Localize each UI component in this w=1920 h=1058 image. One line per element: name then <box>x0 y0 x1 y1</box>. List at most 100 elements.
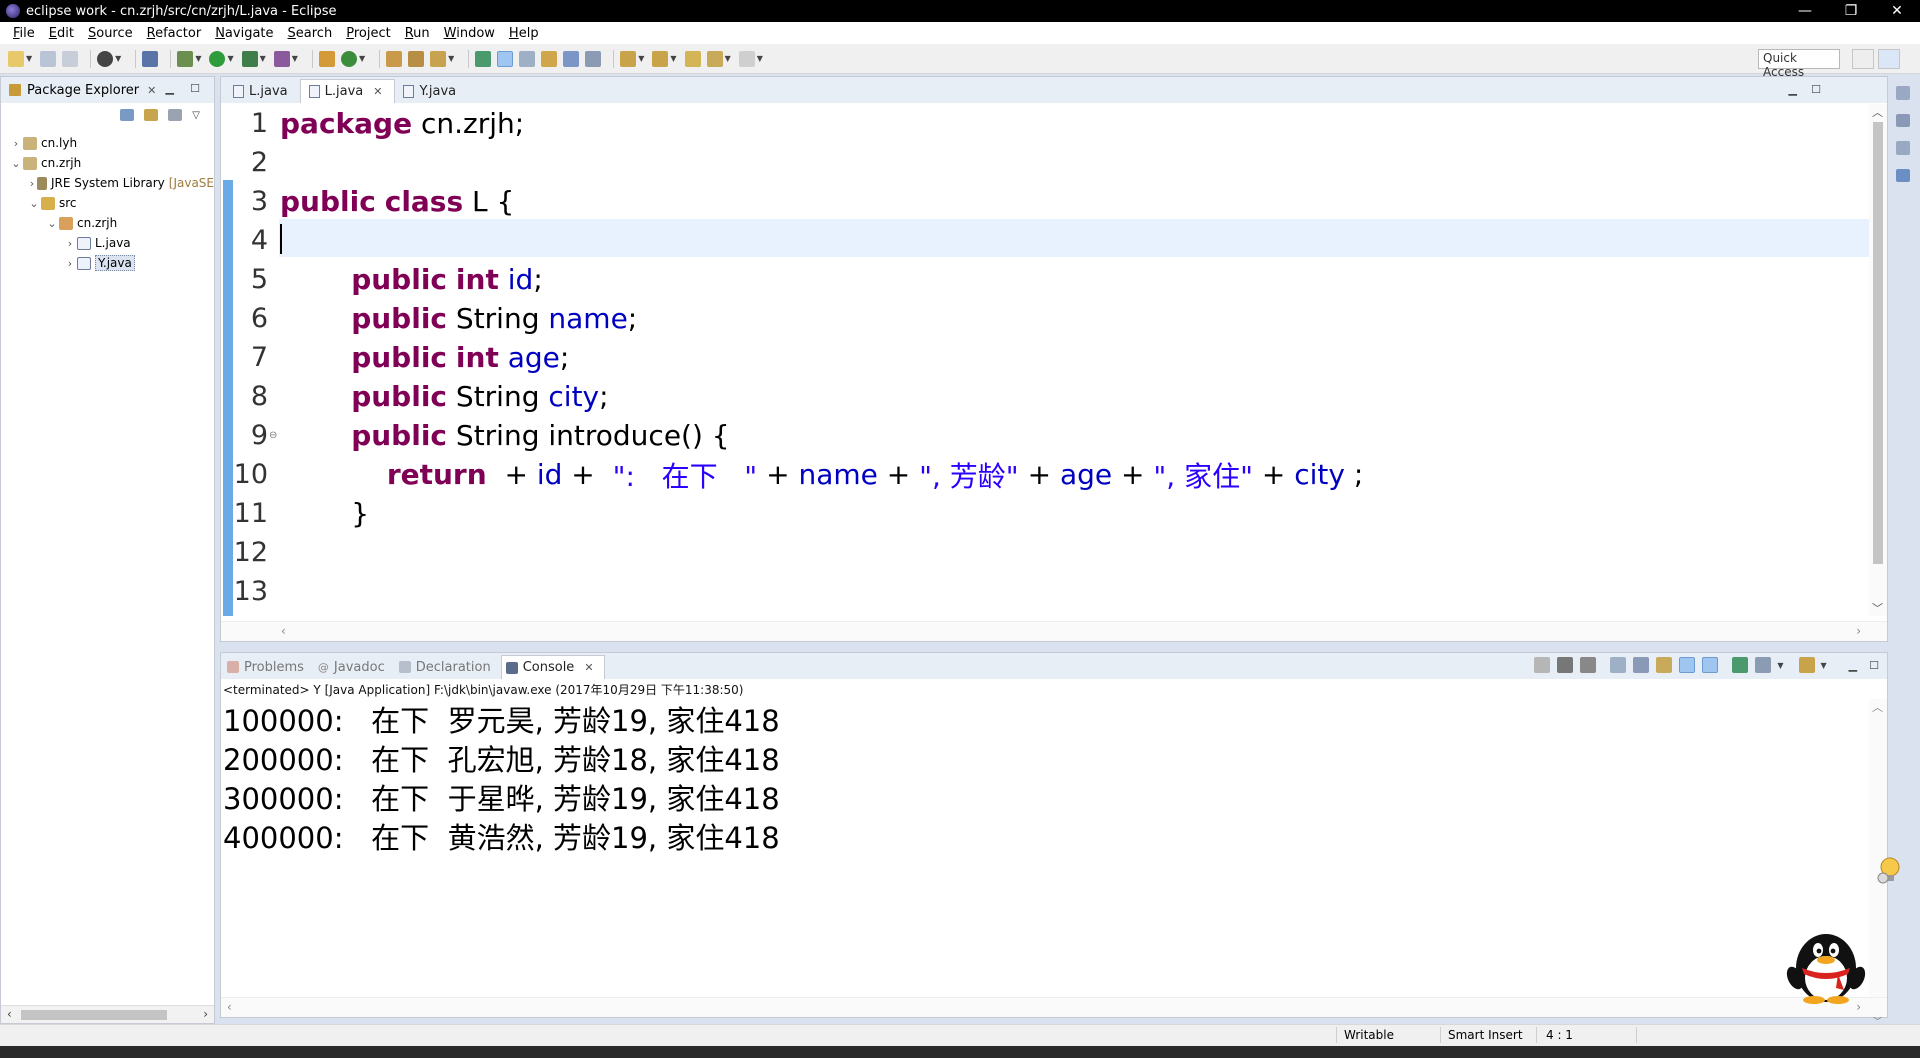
editor-tab[interactable]: L.java <box>225 79 300 103</box>
clear-console-icon[interactable] <box>1610 657 1627 673</box>
menu-help[interactable]: Help <box>502 26 546 41</box>
menu-navigate[interactable]: Navigate <box>208 26 280 41</box>
lightbulb-icon[interactable] <box>1876 856 1902 886</box>
java-perspective-icon[interactable] <box>1878 49 1900 69</box>
qq-penguin-icon[interactable] <box>1778 928 1874 1004</box>
next-annotation-icon[interactable] <box>620 50 637 67</box>
restore-icon[interactable]: ❐ <box>1828 3 1874 19</box>
remove-all-launches-icon[interactable] <box>1580 657 1597 673</box>
tree-item[interactable]: ⌄ cn.zrjh <box>1 213 214 233</box>
scroll-thumb[interactable] <box>21 1010 167 1020</box>
scroll-right-icon[interactable]: › <box>1856 624 1861 638</box>
open-task-icon[interactable] <box>408 50 425 67</box>
terminate-icon[interactable] <box>1534 657 1551 673</box>
chevron-down-icon[interactable]: ▼ <box>638 54 644 63</box>
close-icon[interactable]: ✕ <box>584 661 593 674</box>
restore-view-icon[interactable] <box>1896 141 1910 155</box>
link-with-editor-icon[interactable] <box>144 109 159 121</box>
outline-icon[interactable] <box>1896 168 1910 182</box>
search-icon[interactable] <box>430 50 447 67</box>
show-on-stderr-icon[interactable] <box>1702 657 1719 673</box>
horizontal-scrollbar[interactable]: ‹ › <box>221 997 1887 1017</box>
code-line[interactable]: 11 } <box>221 494 1887 533</box>
minimize-icon[interactable]: — <box>1782 3 1828 19</box>
back-icon[interactable] <box>706 50 723 67</box>
chevron-down-icon[interactable]: ▼ <box>1821 661 1827 670</box>
chevron-right-icon[interactable]: › <box>63 257 77 270</box>
menu-run[interactable]: Run <box>398 26 437 41</box>
code-line[interactable]: 5 public int id; <box>221 260 1887 299</box>
menu-search[interactable]: Search <box>281 26 340 41</box>
editor-tab-active[interactable]: L.java ✕ <box>299 79 396 103</box>
scroll-lock-icon[interactable] <box>1633 657 1650 673</box>
restore-view-icon[interactable] <box>1896 86 1910 100</box>
task-list-icon[interactable] <box>1896 113 1910 127</box>
view-menu-icon[interactable]: ▽ <box>192 110 200 121</box>
tree-item[interactable]: ⌄ src <box>1 193 214 213</box>
code-line[interactable]: 13 <box>221 572 1887 611</box>
block-selection-icon[interactable] <box>519 50 536 67</box>
forward-icon[interactable] <box>738 50 755 67</box>
editor-tab[interactable]: Y.java <box>395 79 468 103</box>
chevron-down-icon[interactable]: ▼ <box>195 54 201 63</box>
save-icon[interactable] <box>40 50 57 67</box>
tab-console[interactable]: Console ✕ <box>500 655 605 679</box>
menu-refactor[interactable]: Refactor <box>140 26 209 41</box>
maximize-icon[interactable]: ☐ <box>190 82 200 95</box>
debug-icon[interactable] <box>177 50 194 67</box>
code-line[interactable]: 1 package cn.zrjh; <box>221 104 1887 143</box>
scroll-up-icon[interactable]: ︿ <box>1872 699 1883 715</box>
scroll-right-icon[interactable]: › <box>203 1007 208 1021</box>
tree-item[interactable]: › L.java <box>1 233 214 253</box>
save-all-icon[interactable] <box>62 50 79 67</box>
code-line[interactable]: 3 public class L { <box>221 182 1887 221</box>
new-java-project-icon[interactable] <box>318 50 335 67</box>
editor-text-area[interactable]: ︿ ﹀ 1 package cn.zrjh; 2 3 public class L {4… <box>221 104 1887 616</box>
profile-icon[interactable] <box>97 50 114 67</box>
coverage-icon[interactable] <box>241 50 258 67</box>
open-type-icon[interactable] <box>386 50 403 67</box>
minimize-icon[interactable]: ▁ <box>166 82 174 95</box>
menu-source[interactable]: Source <box>81 26 140 41</box>
chevron-down-icon[interactable]: ▼ <box>26 54 32 63</box>
chevron-right-icon[interactable]: › <box>63 237 77 250</box>
fold-toggle-icon[interactable]: ⊖ <box>269 430 277 441</box>
chevron-down-icon[interactable]: ▼ <box>448 54 454 63</box>
chevron-down-icon[interactable]: ⌄ <box>9 157 23 170</box>
last-edit-location-icon[interactable] <box>684 50 701 67</box>
word-wrap-icon[interactable] <box>1656 657 1673 673</box>
chevron-down-icon[interactable]: ⌄ <box>45 217 59 230</box>
code-line[interactable]: 12 <box>221 533 1887 572</box>
chevron-down-icon[interactable]: ▼ <box>725 54 731 63</box>
breadcrumb-icon[interactable] <box>585 50 602 67</box>
minimize-icon[interactable]: ▁ <box>1789 83 1797 96</box>
external-tools-icon[interactable] <box>273 50 290 67</box>
remove-launch-icon[interactable] <box>1557 657 1574 673</box>
tree-item[interactable]: › JRE System Library [JavaSE <box>1 173 214 193</box>
tab-problems[interactable]: Problems <box>223 655 314 679</box>
close-icon[interactable]: ✕ <box>147 84 156 97</box>
horizontal-scrollbar[interactable]: ‹ › <box>221 621 1887 641</box>
package-explorer-tab[interactable]: Package Explorer ✕ ▁ ☐ <box>1 77 214 103</box>
menu-edit[interactable]: Edit <box>42 26 81 41</box>
show-whitespace-icon[interactable] <box>541 50 558 67</box>
pin-console-icon[interactable] <box>1732 657 1749 673</box>
chevron-down-icon[interactable]: ▼ <box>670 54 676 63</box>
new-class-icon[interactable] <box>340 50 357 67</box>
menu-file[interactable]: File <box>6 26 42 41</box>
chevron-down-icon[interactable]: ▼ <box>115 54 121 63</box>
code-line[interactable]: 6 public String name; <box>221 299 1887 338</box>
toggle-highlight-icon[interactable] <box>497 50 514 67</box>
scroll-left-icon[interactable]: ‹ <box>7 1007 12 1021</box>
chevron-down-icon[interactable]: ▼ <box>292 54 298 63</box>
maximize-icon[interactable]: ☐ <box>1869 659 1879 672</box>
chevron-down-icon[interactable]: ▼ <box>260 54 266 63</box>
scroll-left-icon[interactable]: ‹ <box>281 624 286 638</box>
tree-item[interactable]: › cn.lyh <box>1 133 214 153</box>
tree-item-selected[interactable]: › Y.java <box>1 253 214 273</box>
close-icon[interactable]: ✕ <box>1874 3 1920 19</box>
chevron-down-icon[interactable]: ▼ <box>757 54 763 63</box>
chevron-right-icon[interactable]: › <box>27 177 37 190</box>
open-perspective-icon[interactable] <box>1852 49 1874 69</box>
menu-window[interactable]: Window <box>437 26 502 41</box>
